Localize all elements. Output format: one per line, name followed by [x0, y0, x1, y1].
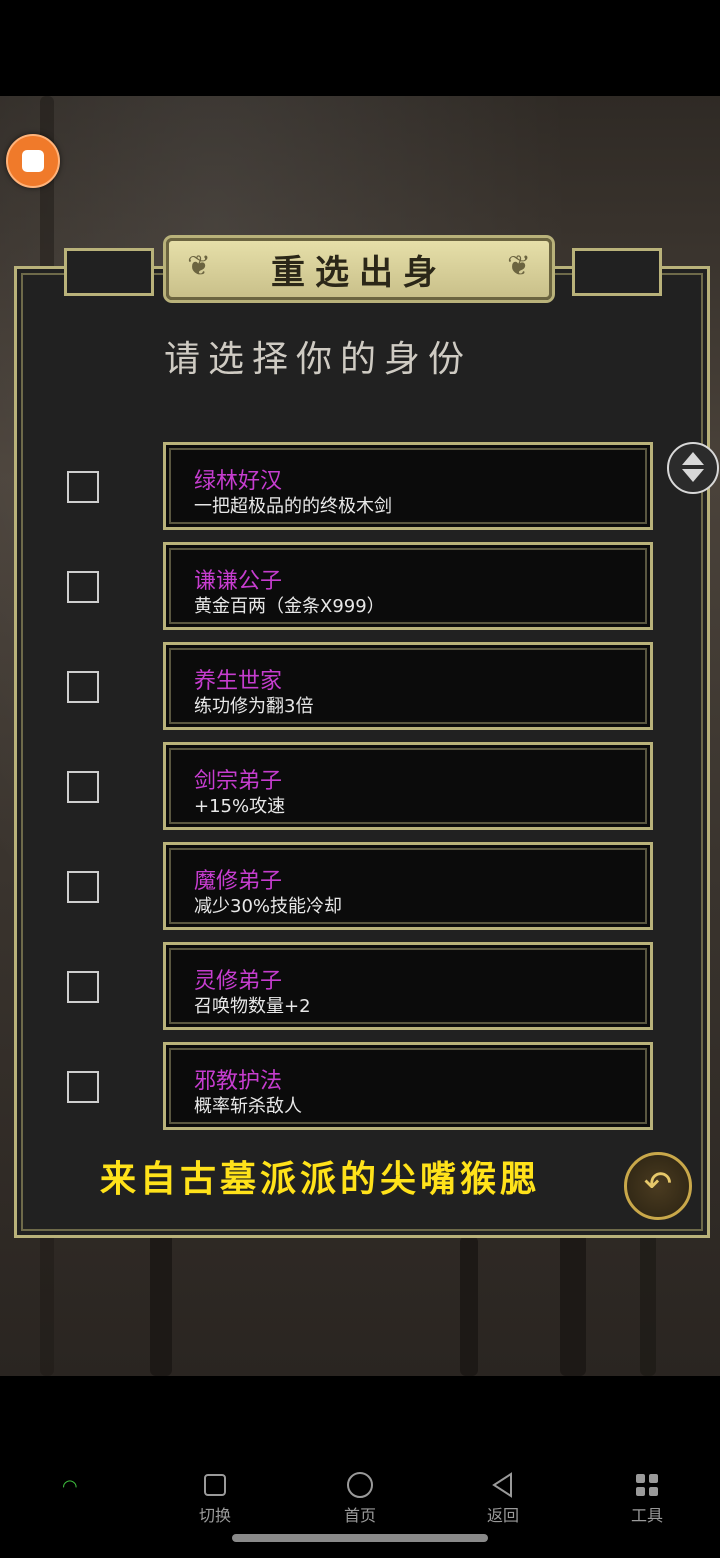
panel-corner-ornament-right: [572, 248, 662, 296]
title-plate: ❦ 重选出身 ❦: [166, 238, 552, 300]
scroll-ornament-icon: ❦: [507, 249, 531, 282]
option-desc: 召唤物数量+2: [194, 996, 311, 1017]
option-desc: 一把超极品的的终极木剑: [194, 496, 392, 517]
option-row[interactable]: 剑宗弟子 +15%攻速: [0, 742, 720, 832]
grid-icon: [602, 1468, 692, 1502]
option-desc: 概率斩杀敌人: [194, 1096, 302, 1117]
home-indicator[interactable]: [232, 1534, 488, 1542]
square-icon: [170, 1468, 260, 1502]
option-desc: 练功修为翻3倍: [194, 696, 314, 717]
option-checkbox[interactable]: [67, 671, 99, 703]
option-checkbox[interactable]: [67, 1071, 99, 1103]
option-name: 剑宗弟子: [194, 769, 283, 794]
option-desc: 减少30%技能冷却: [194, 896, 343, 917]
option-name: 魔修弟子: [194, 869, 283, 894]
option-row[interactable]: 魔修弟子 减少30%技能冷却: [0, 842, 720, 932]
option-card[interactable]: 邪教护法 概率斩杀敌人: [163, 1042, 653, 1130]
option-card[interactable]: 绿林好汉 一把超极品的的终极木剑: [163, 442, 653, 530]
origin-flavor-text: 来自古墓派派的尖嘴猴腮: [100, 1158, 541, 1200]
nav-switch[interactable]: 切换: [170, 1468, 260, 1526]
nav-home[interactable]: 首页: [315, 1468, 405, 1526]
option-row[interactable]: 谦谦公子 黄金百两（金条X999）: [0, 542, 720, 632]
option-row[interactable]: 灵修弟子 召唤物数量+2: [0, 942, 720, 1032]
nav-switch-label: 切换: [198, 1506, 231, 1525]
option-checkbox[interactable]: [67, 871, 99, 903]
option-checkbox[interactable]: [67, 771, 99, 803]
return-arrow-icon: ↶: [643, 1164, 673, 1204]
option-checkbox[interactable]: [67, 571, 99, 603]
nav-back[interactable]: 返回: [458, 1468, 548, 1526]
option-name: 灵修弟子: [194, 969, 283, 994]
system-navbar: ◠ 切换 首页 返回 工具: [0, 1376, 720, 1558]
circle-icon: [315, 1468, 405, 1502]
option-checkbox[interactable]: [67, 971, 99, 1003]
nav-tools-label: 工具: [630, 1506, 663, 1525]
option-row[interactable]: 绿林好汉 一把超极品的的终极木剑: [0, 442, 720, 532]
floating-assist-button[interactable]: [6, 134, 60, 188]
nav-home-label: 首页: [343, 1506, 376, 1525]
option-card[interactable]: 谦谦公子 黄金百两（金条X999）: [163, 542, 653, 630]
option-checkbox[interactable]: [67, 471, 99, 503]
option-card[interactable]: 灵修弟子 召唤物数量+2: [163, 942, 653, 1030]
nav-back-label: 返回: [486, 1506, 519, 1525]
option-row[interactable]: 养生世家 练功修为翻3倍: [0, 642, 720, 732]
option-desc: 黄金百两（金条X999）: [194, 596, 385, 617]
option-desc: +15%攻速: [194, 796, 286, 817]
subtitle: 请选择你的身份: [164, 339, 473, 380]
option-row[interactable]: 邪教护法 概率斩杀敌人: [0, 1042, 720, 1132]
option-name: 养生世家: [194, 669, 283, 694]
panel-corner-ornament-left: [64, 248, 154, 296]
option-name: 邪教护法: [194, 1069, 283, 1094]
back-button[interactable]: ↶: [624, 1152, 692, 1220]
wifi-icon: ◠: [62, 1476, 78, 1497]
option-name: 谦谦公子: [194, 569, 283, 594]
page-title: 重选出身: [271, 252, 447, 293]
triangle-back-icon: [458, 1468, 548, 1502]
option-card[interactable]: 剑宗弟子 +15%攻速: [163, 742, 653, 830]
option-card[interactable]: 养生世家 练功修为翻3倍: [163, 642, 653, 730]
nav-tools[interactable]: 工具: [602, 1468, 692, 1526]
option-card[interactable]: 魔修弟子 减少30%技能冷却: [163, 842, 653, 930]
option-name: 绿林好汉: [194, 469, 283, 494]
scroll-ornament-icon: ❦: [187, 249, 211, 282]
